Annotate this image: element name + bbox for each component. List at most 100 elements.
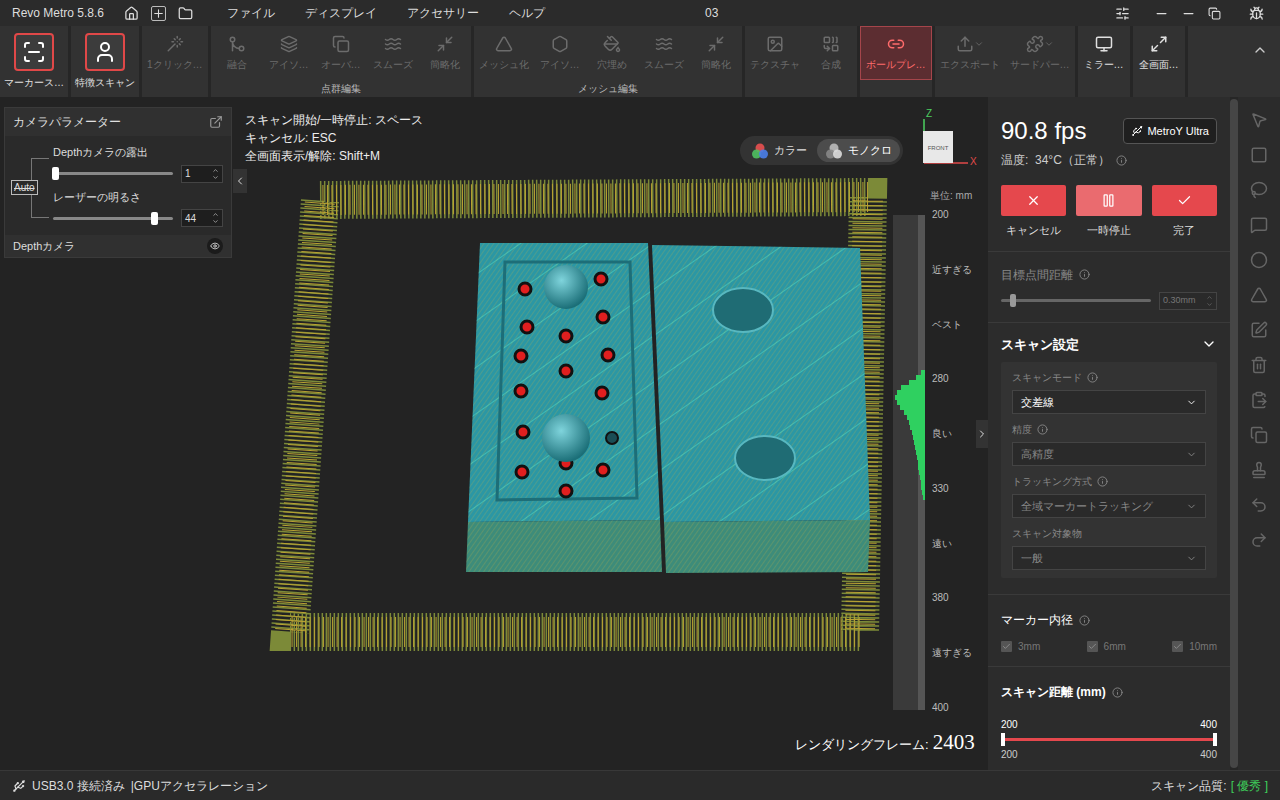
camera-panel-title: カメラパラメーター (13, 113, 121, 131)
increment-icon[interactable] (212, 211, 219, 218)
tool-button[interactable]: 全画面… (1133, 26, 1185, 80)
tool-button[interactable]: ボールプレ… (860, 26, 932, 80)
setting-field: スキャンモード交差線 (1012, 370, 1206, 414)
scan-action[interactable]: 完了 (1152, 185, 1217, 239)
axis-gizmo[interactable]: ZXFRONT (918, 107, 980, 169)
menu-item[interactable]: ヘルプ (509, 4, 545, 22)
camera-value-input[interactable]: 1 (181, 165, 223, 183)
info-icon[interactable] (1112, 687, 1123, 698)
scan-action[interactable]: 一時停止 (1076, 185, 1141, 239)
setting-select[interactable]: 一般 (1012, 546, 1206, 570)
close-icon[interactable] (1249, 6, 1264, 21)
folder-icon[interactable] (178, 6, 193, 21)
tool-button[interactable]: 合成 (805, 26, 857, 80)
side-tool-icon[interactable] (1250, 461, 1268, 479)
tool-button[interactable]: 簡略化 (690, 26, 742, 80)
marker-size-checkbox[interactable]: 6mm (1087, 639, 1126, 654)
new-icon[interactable] (151, 6, 166, 21)
scan-mode-button[interactable]: 特徴スキャン (71, 26, 139, 97)
distance-range-slider[interactable] (1001, 738, 1217, 741)
increment-icon[interactable] (212, 167, 219, 174)
side-tool-icon[interactable] (1250, 531, 1268, 549)
svg-text:Z: Z (926, 108, 932, 119)
side-tool-icon[interactable] (1250, 286, 1268, 304)
info-icon[interactable] (1079, 269, 1090, 280)
distance-histogram (895, 370, 925, 500)
info-icon[interactable] (1079, 615, 1090, 626)
scan-action[interactable]: キャンセル (1001, 185, 1066, 239)
eye-icon[interactable] (210, 241, 220, 251)
tool-button[interactable]: 1クリック… (142, 26, 208, 80)
tool-button[interactable]: ミラー… (1078, 26, 1130, 80)
distance-tick: 380 (932, 592, 972, 604)
info-icon[interactable] (1097, 476, 1108, 487)
maximize-icon[interactable] (1208, 7, 1221, 20)
view-mode-option[interactable]: モノクロ (817, 139, 900, 162)
collapse-right-panel[interactable] (976, 420, 988, 448)
marker-sizes: マーカー内径3mm6mm10mm (988, 595, 1230, 667)
shortcut-hint: 全画面表示/解除: Shift+M (245, 147, 423, 165)
side-tool-icon[interactable] (1250, 146, 1268, 164)
scan-settings-header[interactable]: スキャン設定 (1001, 335, 1217, 355)
camera-value-input[interactable]: 44 (181, 209, 223, 227)
view-mode-option[interactable]: カラー (743, 139, 815, 162)
marker-size-checkbox[interactable]: 3mm (1001, 639, 1040, 654)
tool-button[interactable]: テクスチャ (745, 26, 805, 80)
auto-toggle[interactable]: Auto (11, 180, 38, 195)
device-button[interactable]: MetroY Ultra (1123, 118, 1217, 144)
scrollbar[interactable] (1230, 97, 1238, 770)
tool-button[interactable]: 穴埋め (586, 26, 638, 80)
scan-mode-button[interactable]: マーカース… (0, 26, 68, 97)
setting-select[interactable]: 高精度 (1012, 442, 1206, 466)
collapse-toolbar-icon[interactable] (1252, 42, 1268, 58)
title-bar: Revo Metro 5.8.6ファイルディスプレイアクセサリーヘルプ03 (0, 0, 1280, 26)
minimize-icon[interactable] (1154, 6, 1169, 21)
tool-button[interactable]: サードパー… (1005, 26, 1075, 80)
setting-select[interactable]: 全域マーカートラッキング (1012, 494, 1206, 518)
point-distance-input[interactable]: 0.30mm (1159, 292, 1217, 310)
menu-item[interactable]: ディスプレイ (305, 4, 377, 22)
side-tool-icon[interactable] (1250, 391, 1268, 409)
decrement-icon[interactable] (212, 218, 219, 225)
tool-icon (384, 35, 402, 53)
side-tool-icon[interactable] (1250, 251, 1268, 269)
tool-button[interactable]: アイソ… (534, 26, 586, 80)
menu-item[interactable]: ファイル (227, 4, 275, 22)
side-tool-icon[interactable] (1250, 181, 1268, 199)
viewport[interactable]: カメラパラメーターAutoDepthカメラの露出1レーザーの明るさ44Depth… (0, 97, 988, 770)
info-icon[interactable] (1087, 372, 1098, 383)
tool-button[interactable]: 簡略化 (419, 26, 471, 80)
info-icon[interactable] (1037, 424, 1048, 435)
mono-mode-icon (825, 143, 843, 159)
side-tool-icon[interactable] (1250, 216, 1268, 234)
tool-button[interactable]: 融合 (211, 26, 263, 80)
menu-item[interactable]: アクセサリー (407, 4, 479, 22)
marker-size-checkbox[interactable]: 10mm (1172, 639, 1217, 654)
tool-button[interactable]: スムーズ (367, 26, 419, 80)
home-icon[interactable] (124, 6, 139, 21)
camera-slider[interactable] (53, 172, 173, 175)
setting-select[interactable]: 交差線 (1012, 390, 1206, 414)
restore-icon[interactable] (1181, 6, 1196, 21)
tool-button[interactable]: オーバ… (315, 26, 367, 80)
increment-icon[interactable] (1206, 294, 1213, 301)
side-tool-icon[interactable] (1250, 496, 1268, 514)
settings-icon[interactable] (1115, 6, 1130, 21)
side-tool-icon[interactable] (1250, 111, 1268, 129)
tool-button[interactable]: スムーズ (638, 26, 690, 80)
tool-button[interactable]: エクスポート (935, 26, 1005, 80)
camera-slider[interactable] (53, 217, 173, 220)
tool-button[interactable]: メッシュ化 (474, 26, 534, 80)
tool-button[interactable]: アイソ… (263, 26, 315, 80)
setting-field: スキャン対象物一般 (1012, 526, 1206, 570)
side-tool-icon[interactable] (1250, 426, 1268, 444)
collapse-camera-panel[interactable] (233, 169, 247, 193)
side-tool-icon[interactable] (1250, 356, 1268, 374)
detach-icon[interactable] (209, 115, 223, 129)
point-distance-slider[interactable] (1001, 299, 1151, 302)
connection-status: USB3.0 接続済み (32, 777, 125, 795)
side-tool-icon[interactable] (1250, 321, 1268, 339)
info-icon[interactable] (1116, 155, 1127, 166)
decrement-icon[interactable] (212, 174, 219, 181)
decrement-icon[interactable] (1206, 301, 1213, 308)
